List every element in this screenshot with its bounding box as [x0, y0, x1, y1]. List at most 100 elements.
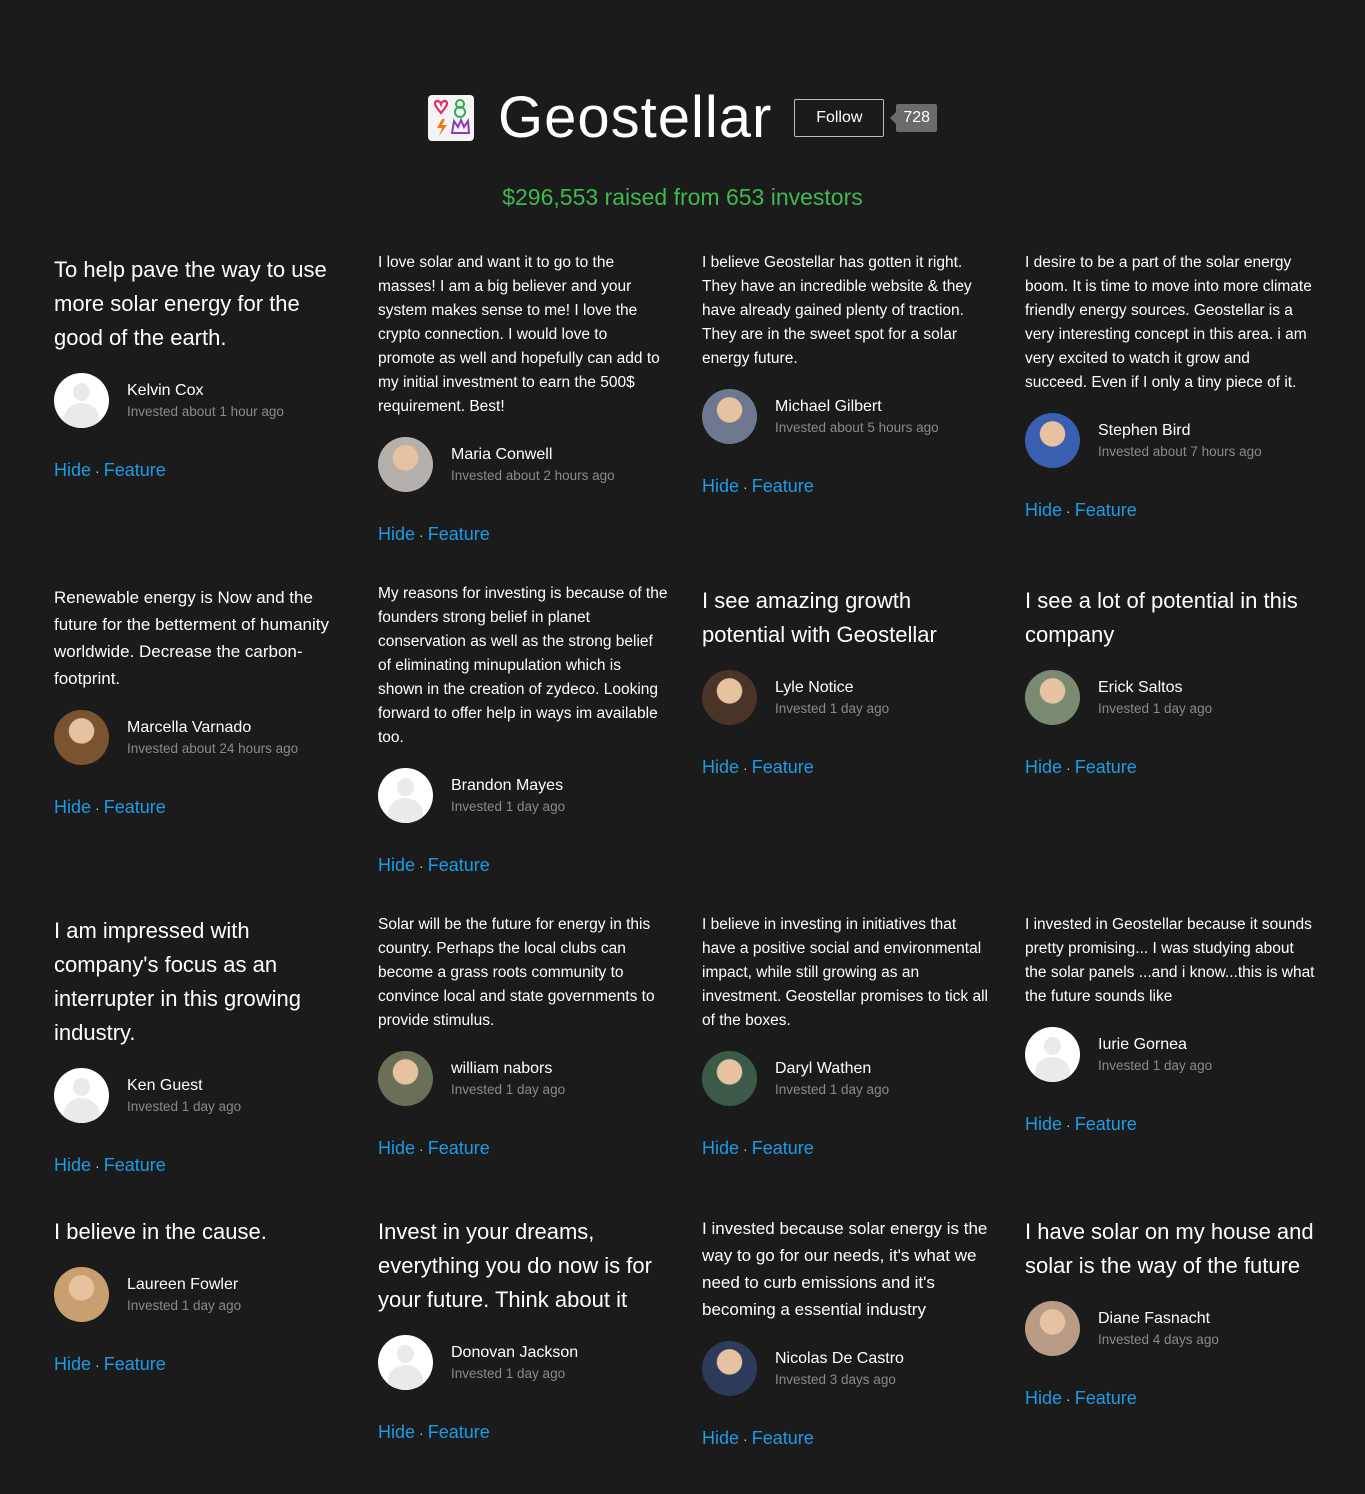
- investor-name: Daryl Wathen: [775, 1059, 872, 1077]
- testimonial-card: Renewable energy is Now and the future f…: [54, 584, 344, 818]
- company-name: Geostellar: [497, 85, 773, 150]
- investor-info: Iurie Gornea Invested 1 day ago: [1025, 1027, 1315, 1082]
- feature-link[interactable]: Feature: [428, 524, 490, 544]
- hide-link[interactable]: Hide: [54, 797, 91, 817]
- separator: ·: [419, 1141, 424, 1157]
- hide-link[interactable]: Hide: [702, 757, 739, 777]
- testimonial-quote: Invest in your dreams, everything you do…: [378, 1219, 652, 1312]
- separator: ·: [419, 1425, 424, 1441]
- testimonial-card: I love solar and want it to go to the ma…: [378, 251, 668, 545]
- feature-link[interactable]: Feature: [752, 476, 814, 496]
- avatar: [1025, 670, 1080, 725]
- hide-link[interactable]: Hide: [1025, 500, 1062, 520]
- avatar: [378, 1051, 433, 1106]
- feature-link[interactable]: Feature: [428, 1138, 490, 1158]
- invested-time: Invested 1 day ago: [127, 1098, 242, 1114]
- testimonial-card: I am impressed with company's focus as a…: [54, 914, 344, 1176]
- separator: ·: [743, 1141, 748, 1157]
- separator: ·: [743, 760, 748, 776]
- card-actions: Hide · Feature: [54, 1354, 344, 1375]
- avatar: [54, 1267, 109, 1322]
- testimonial-quote: I desire to be a part of the solar energ…: [1025, 254, 1312, 391]
- hide-link[interactable]: Hide: [1025, 757, 1062, 777]
- testimonial-quote: I believe in investing in initiatives th…: [702, 916, 988, 1029]
- card-actions: Hide · Feature: [702, 476, 992, 497]
- testimonial-card: I have solar on my house and solar is th…: [1025, 1215, 1315, 1409]
- hide-link[interactable]: Hide: [378, 1138, 415, 1158]
- separator: ·: [1066, 503, 1071, 519]
- hide-link[interactable]: Hide: [378, 855, 415, 875]
- feature-link[interactable]: Feature: [104, 460, 166, 480]
- invested-time: Invested 1 day ago: [451, 1081, 566, 1097]
- testimonial-quote: I love solar and want it to go to the ma…: [378, 254, 660, 415]
- testimonial-quote: To help pave the way to use more solar e…: [54, 257, 327, 350]
- hide-link[interactable]: Hide: [1025, 1388, 1062, 1408]
- separator: ·: [419, 527, 424, 543]
- avatar: [702, 1051, 757, 1106]
- hide-link[interactable]: Hide: [54, 460, 91, 480]
- feature-link[interactable]: Feature: [104, 1155, 166, 1175]
- card-actions: Hide · Feature: [378, 1138, 668, 1159]
- card-actions: Hide · Feature: [378, 524, 668, 545]
- feature-link[interactable]: Feature: [1075, 500, 1137, 520]
- investor-info: Marcella Varnado Invested about 24 hours…: [54, 710, 344, 765]
- investor-name: Michael Gilbert: [775, 397, 882, 415]
- investor-info: Maria Conwell Invested about 2 hours ago: [378, 437, 668, 492]
- feature-link[interactable]: Feature: [752, 1428, 814, 1448]
- investor-info: Erick Saltos Invested 1 day ago: [1025, 670, 1315, 725]
- separator: ·: [1066, 1117, 1071, 1133]
- feature-link[interactable]: Feature: [1075, 1388, 1137, 1408]
- card-actions: Hide · Feature: [702, 1138, 992, 1159]
- hide-link[interactable]: Hide: [54, 1155, 91, 1175]
- feature-link[interactable]: Feature: [752, 1138, 814, 1158]
- testimonial-card: I invested because solar energy is the w…: [702, 1215, 992, 1449]
- follow-button[interactable]: Follow: [794, 99, 885, 137]
- testimonial-card: Invest in your dreams, everything you do…: [378, 1215, 668, 1443]
- follower-count-badge: 728: [890, 104, 938, 132]
- separator: ·: [95, 1158, 100, 1174]
- invested-time: Invested 1 day ago: [775, 700, 890, 716]
- separator: ·: [95, 800, 100, 816]
- separator: ·: [743, 1431, 748, 1447]
- invested-time: Invested about 1 hour ago: [127, 403, 284, 419]
- investor-info: Ken Guest Invested 1 day ago: [54, 1068, 344, 1123]
- investor-info: Laureen Fowler Invested 1 day ago: [54, 1267, 344, 1322]
- avatar: [54, 373, 109, 428]
- invested-time: Invested 1 day ago: [451, 1365, 566, 1381]
- feature-link[interactable]: Feature: [428, 1422, 490, 1442]
- testimonial-quote: I believe in the cause.: [54, 1219, 267, 1244]
- avatar: [702, 1341, 757, 1396]
- separator: ·: [743, 479, 748, 495]
- testimonial-card: Solar will be the future for energy in t…: [378, 913, 668, 1159]
- feature-link[interactable]: Feature: [104, 797, 166, 817]
- investor-info: Brandon Mayes Invested 1 day ago: [378, 768, 668, 823]
- investor-name: Erick Saltos: [1098, 678, 1183, 696]
- testimonial-card: To help pave the way to use more solar e…: [54, 253, 344, 481]
- card-actions: Hide · Feature: [1025, 757, 1315, 778]
- hide-link[interactable]: Hide: [378, 1422, 415, 1442]
- hide-link[interactable]: Hide: [702, 1428, 739, 1448]
- testimonial-quote: My reasons for investing is because of t…: [378, 585, 668, 746]
- hide-link[interactable]: Hide: [1025, 1114, 1062, 1134]
- hide-link[interactable]: Hide: [54, 1354, 91, 1374]
- feature-link[interactable]: Feature: [428, 855, 490, 875]
- testimonial-quote: I am impressed with company's focus as a…: [54, 918, 302, 1045]
- hide-link[interactable]: Hide: [702, 476, 739, 496]
- separator: ·: [419, 858, 424, 874]
- investor-name: william nabors: [451, 1059, 553, 1077]
- separator: ·: [95, 463, 100, 479]
- feature-link[interactable]: Feature: [1075, 757, 1137, 777]
- feature-link[interactable]: Feature: [1075, 1114, 1137, 1134]
- feature-link[interactable]: Feature: [752, 757, 814, 777]
- testimonial-card: I desire to be a part of the solar energ…: [1025, 251, 1315, 521]
- invested-time: Invested 1 day ago: [1098, 1057, 1213, 1073]
- investor-name: Iurie Gornea: [1098, 1035, 1187, 1053]
- invested-time: Invested 1 day ago: [451, 798, 566, 814]
- separator: ·: [95, 1357, 100, 1373]
- avatar: [378, 768, 433, 823]
- hide-link[interactable]: Hide: [378, 524, 415, 544]
- investor-name: Brandon Mayes: [451, 776, 564, 794]
- card-actions: Hide · Feature: [54, 797, 344, 818]
- hide-link[interactable]: Hide: [702, 1138, 739, 1158]
- feature-link[interactable]: Feature: [104, 1354, 166, 1374]
